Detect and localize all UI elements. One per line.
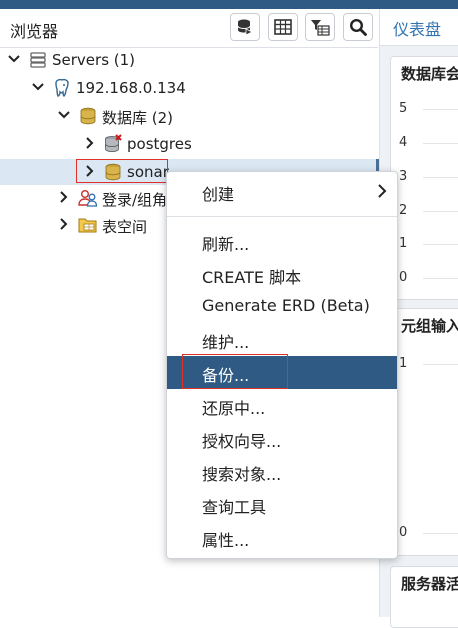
card-title: 元组输入 bbox=[401, 317, 458, 335]
filter-rows-button[interactable] bbox=[305, 13, 335, 41]
tree-label-servers: Servers (1) bbox=[52, 51, 136, 69]
tree-item-databases[interactable]: 数据库 (2) bbox=[0, 103, 378, 129]
menu-item-label: 维护... bbox=[202, 333, 250, 352]
gridline bbox=[423, 533, 458, 534]
menu-item-generate-erd[interactable]: Generate ERD (Beta) bbox=[167, 290, 397, 323]
y-tick: 1 bbox=[399, 236, 408, 251]
chevron-down-icon[interactable] bbox=[8, 52, 20, 66]
menu-item-label: 授权向导... bbox=[202, 432, 282, 451]
search-button[interactable] bbox=[343, 13, 373, 41]
menu-item-maintenance[interactable]: 维护... bbox=[167, 323, 397, 356]
y-tick: 0 bbox=[399, 525, 408, 540]
app-header-bar bbox=[0, 0, 458, 9]
tree-label-postgres: postgres bbox=[127, 135, 192, 153]
table-view-icon bbox=[274, 19, 292, 35]
browser-title: 浏览器 bbox=[10, 22, 59, 41]
tree-label-server: 192.168.0.134 bbox=[76, 79, 186, 97]
card-title: 服务器活 bbox=[401, 575, 458, 593]
chevron-down-icon[interactable] bbox=[32, 80, 44, 94]
table-view-button[interactable] bbox=[268, 13, 298, 41]
menu-item-label: 刷新... bbox=[202, 235, 250, 254]
card-title: 数据库会 bbox=[401, 65, 458, 83]
chevron-right-icon[interactable] bbox=[84, 136, 96, 150]
gridline bbox=[423, 244, 458, 245]
server-activity-card: 服务器活 bbox=[390, 566, 458, 628]
filter-rows-icon bbox=[311, 20, 330, 36]
menu-item-query-tool[interactable]: 查询工具 bbox=[167, 488, 397, 521]
tree-item-postgres[interactable]: postgres bbox=[0, 131, 378, 157]
menu-item-label: 创建 bbox=[202, 185, 235, 204]
database-group-icon bbox=[80, 107, 96, 125]
y-tick: 2 bbox=[399, 203, 408, 218]
gridline bbox=[423, 109, 458, 110]
menu-item-grant-wizard[interactable]: 授权向导... bbox=[167, 422, 397, 455]
gridline bbox=[423, 211, 458, 212]
gridline bbox=[423, 278, 458, 279]
login-roles-icon bbox=[78, 190, 98, 207]
tree-label-login-roles: 登录/组角 bbox=[102, 191, 168, 209]
chevron-down-icon[interactable] bbox=[58, 108, 70, 122]
menu-item-create[interactable]: 创建 bbox=[167, 175, 397, 208]
menu-item-label: CREATE 脚本 bbox=[202, 268, 302, 287]
menu-item-label: 搜索对象... bbox=[202, 465, 282, 484]
tree-item-server[interactable]: 192.168.0.134 bbox=[0, 75, 378, 101]
menu-separator bbox=[167, 216, 397, 217]
tree-item-servers[interactable]: Servers (1) bbox=[0, 47, 378, 73]
tree-label-tablespaces: 表空间 bbox=[102, 218, 148, 236]
chevron-right-icon[interactable] bbox=[58, 190, 70, 204]
y-tick: 1 bbox=[399, 356, 408, 371]
browser-header: 浏览器 bbox=[0, 9, 378, 48]
gridline bbox=[423, 364, 458, 365]
database-sessions-card: 数据库会 5 4 3 2 1 0 bbox=[390, 56, 458, 300]
selection-highlight-box bbox=[76, 159, 168, 183]
database-disconnected-icon bbox=[105, 134, 122, 153]
y-tick: 5 bbox=[399, 101, 408, 116]
y-tick: 3 bbox=[399, 169, 408, 184]
menu-item-restore[interactable]: 还原中... bbox=[167, 389, 397, 422]
search-icon bbox=[349, 18, 367, 36]
menu-item-label: Generate ERD (Beta) bbox=[202, 296, 370, 315]
menu-item-label: 还原中... bbox=[202, 399, 266, 418]
menu-item-properties[interactable]: 属性... bbox=[167, 521, 397, 554]
chevron-right-icon[interactable] bbox=[58, 217, 70, 231]
tuples-in-card: 元组输入 1 0 bbox=[390, 308, 458, 556]
tablespace-folder-icon bbox=[78, 218, 97, 233]
tab-dashboard-label: 仪表盘 bbox=[393, 20, 442, 39]
y-tick: 4 bbox=[399, 135, 408, 150]
menu-item-label: 查询工具 bbox=[202, 498, 267, 517]
query-tool-icon bbox=[237, 19, 253, 36]
tree-label-databases: 数据库 (2) bbox=[102, 109, 174, 127]
y-tick: 0 bbox=[399, 270, 408, 285]
menu-item-search-objects[interactable]: 搜索对象... bbox=[167, 455, 397, 488]
menu-item-create-script[interactable]: CREATE 脚本 bbox=[167, 258, 397, 291]
gridline bbox=[423, 143, 458, 144]
postgresql-elephant-icon bbox=[55, 78, 69, 97]
query-tool-button[interactable] bbox=[230, 13, 260, 41]
backup-highlight-box bbox=[182, 354, 288, 389]
menu-item-label: 属性... bbox=[202, 531, 250, 550]
gridline bbox=[423, 177, 458, 178]
menu-item-refresh[interactable]: 刷新... bbox=[167, 225, 397, 258]
chevron-right-icon bbox=[378, 184, 387, 198]
server-group-icon bbox=[30, 52, 46, 68]
tab-dashboard[interactable]: 仪表盘 bbox=[380, 9, 458, 46]
